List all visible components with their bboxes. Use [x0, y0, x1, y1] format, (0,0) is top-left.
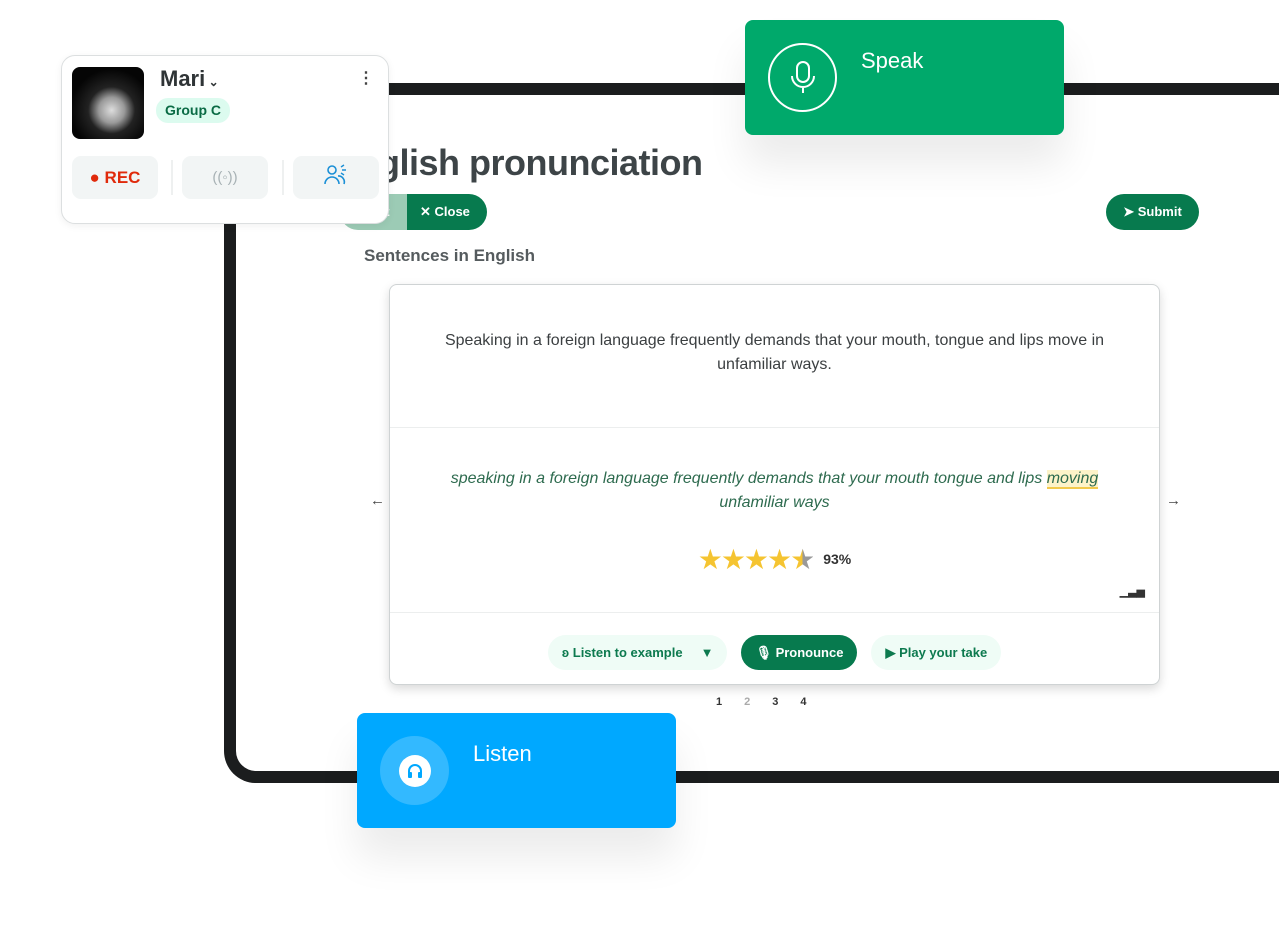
section-title: Sentences in English — [364, 246, 535, 265]
page-1[interactable]: 1 — [716, 696, 722, 708]
record-dot-icon: ● — [89, 167, 105, 187]
transcript-text: speaking in a foreign language frequentl… — [450, 470, 1047, 487]
star-rating: ★★★★★ 93% — [390, 543, 1159, 576]
participants-button[interactable] — [293, 156, 379, 199]
bar-chart-icon[interactable]: ▁▃▅ — [1120, 585, 1145, 598]
headphones-icon — [380, 736, 449, 805]
submit-label: Submit — [1137, 204, 1182, 219]
speak-card[interactable]: Speak — [745, 20, 1064, 135]
divider — [390, 612, 1159, 613]
speak-label: Speak — [861, 48, 924, 73]
mic-icon — [768, 43, 837, 112]
divider — [390, 427, 1159, 428]
half-star-icon: ★ — [790, 544, 815, 575]
sentence-card: Speaking in a foreign language frequentl… — [389, 284, 1160, 685]
submit-button[interactable]: ➤ Submit — [1106, 194, 1199, 230]
pronounce-button[interactable]: 🎙︎ Pronounce — [741, 635, 858, 670]
user-name: Mari — [160, 66, 206, 91]
transcript: speaking in a foreign language frequentl… — [410, 467, 1139, 515]
page-3[interactable]: 3 — [772, 696, 778, 708]
broadcast-icon: ((◦)) — [212, 169, 238, 186]
group-badge: Group C — [156, 98, 230, 123]
send-icon: ➤ — [1123, 204, 1138, 219]
play-take-button[interactable]: ▶ Play your take — [871, 635, 1002, 670]
listen-label: Listen — [473, 741, 532, 766]
sentence-text: Speaking in a foreign language frequentl… — [444, 332, 1105, 373]
play-icon: ▶ — [885, 645, 900, 660]
close-label: Close — [434, 204, 470, 219]
close-button[interactable]: ✕ Close — [407, 194, 487, 230]
ear-icon: ʚ — [561, 645, 573, 660]
score: 93% — [823, 551, 852, 567]
mispronounced-word[interactable]: moving — [1046, 470, 1099, 489]
chevron-down-icon: ⌄ — [205, 75, 219, 89]
prev-arrow-icon[interactable]: ← — [370, 492, 385, 509]
caret-down-icon[interactable]: ▼ — [701, 645, 714, 660]
transcript-text-end: unfamiliar ways — [719, 494, 830, 511]
page-2[interactable]: 2 — [744, 696, 750, 708]
avatar — [72, 67, 144, 139]
listen-card[interactable]: Listen — [357, 713, 676, 828]
page-4[interactable]: 4 — [800, 696, 806, 708]
user-name-dropdown[interactable]: Mari ⌄ — [160, 66, 219, 92]
listen-label: Listen to example — [572, 645, 683, 660]
broadcast-button[interactable]: ((◦)) — [182, 156, 268, 199]
users-speaking-icon — [324, 164, 348, 191]
more-vertical-icon[interactable]: ⋮ — [358, 68, 374, 88]
pronounce-label: Pronounce — [775, 645, 844, 660]
play-label: Play your take — [899, 645, 988, 660]
listen-example-button[interactable]: ʚ Listen to example ▼ — [547, 635, 728, 670]
next-arrow-icon[interactable]: → — [1166, 492, 1181, 509]
profile-card: Mari ⌄ Group C ⋮ ● REC ((◦)) — [61, 55, 389, 224]
star-icon: ★★★★ — [697, 544, 792, 575]
divider — [171, 160, 173, 195]
divider — [282, 160, 284, 195]
close-icon: ✕ — [420, 204, 435, 219]
rec-button[interactable]: ● REC — [72, 156, 158, 199]
mic-icon: 🎙︎ — [755, 645, 776, 660]
rec-label: REC — [104, 167, 141, 187]
pagination: 1 2 3 4 — [716, 696, 807, 708]
